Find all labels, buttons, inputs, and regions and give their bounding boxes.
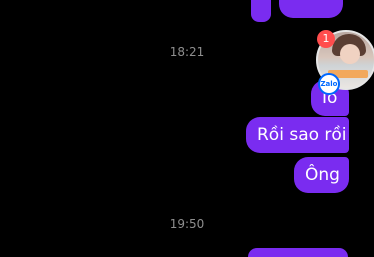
message-text: Ông xyxy=(305,165,340,185)
timestamp: 19:50 xyxy=(169,217,205,231)
message-bubble[interactable]: Rồi sao rồi xyxy=(246,117,349,153)
message-text: Rồi sao rồi xyxy=(257,125,347,145)
zalo-app-icon: Zalo xyxy=(318,73,340,95)
avatar-face xyxy=(340,44,360,64)
message-bubble-partial[interactable] xyxy=(279,0,343,18)
message-bubble[interactable]: Ông xyxy=(294,157,349,193)
message-bubble-partial[interactable] xyxy=(248,248,348,257)
message-bubble-partial[interactable] xyxy=(251,0,271,22)
unread-badge: 1 xyxy=(317,30,335,48)
chat-conversation: 18:21 Iô Rồi sao rồi Ông 19:50 1 Zalo xyxy=(0,0,374,257)
